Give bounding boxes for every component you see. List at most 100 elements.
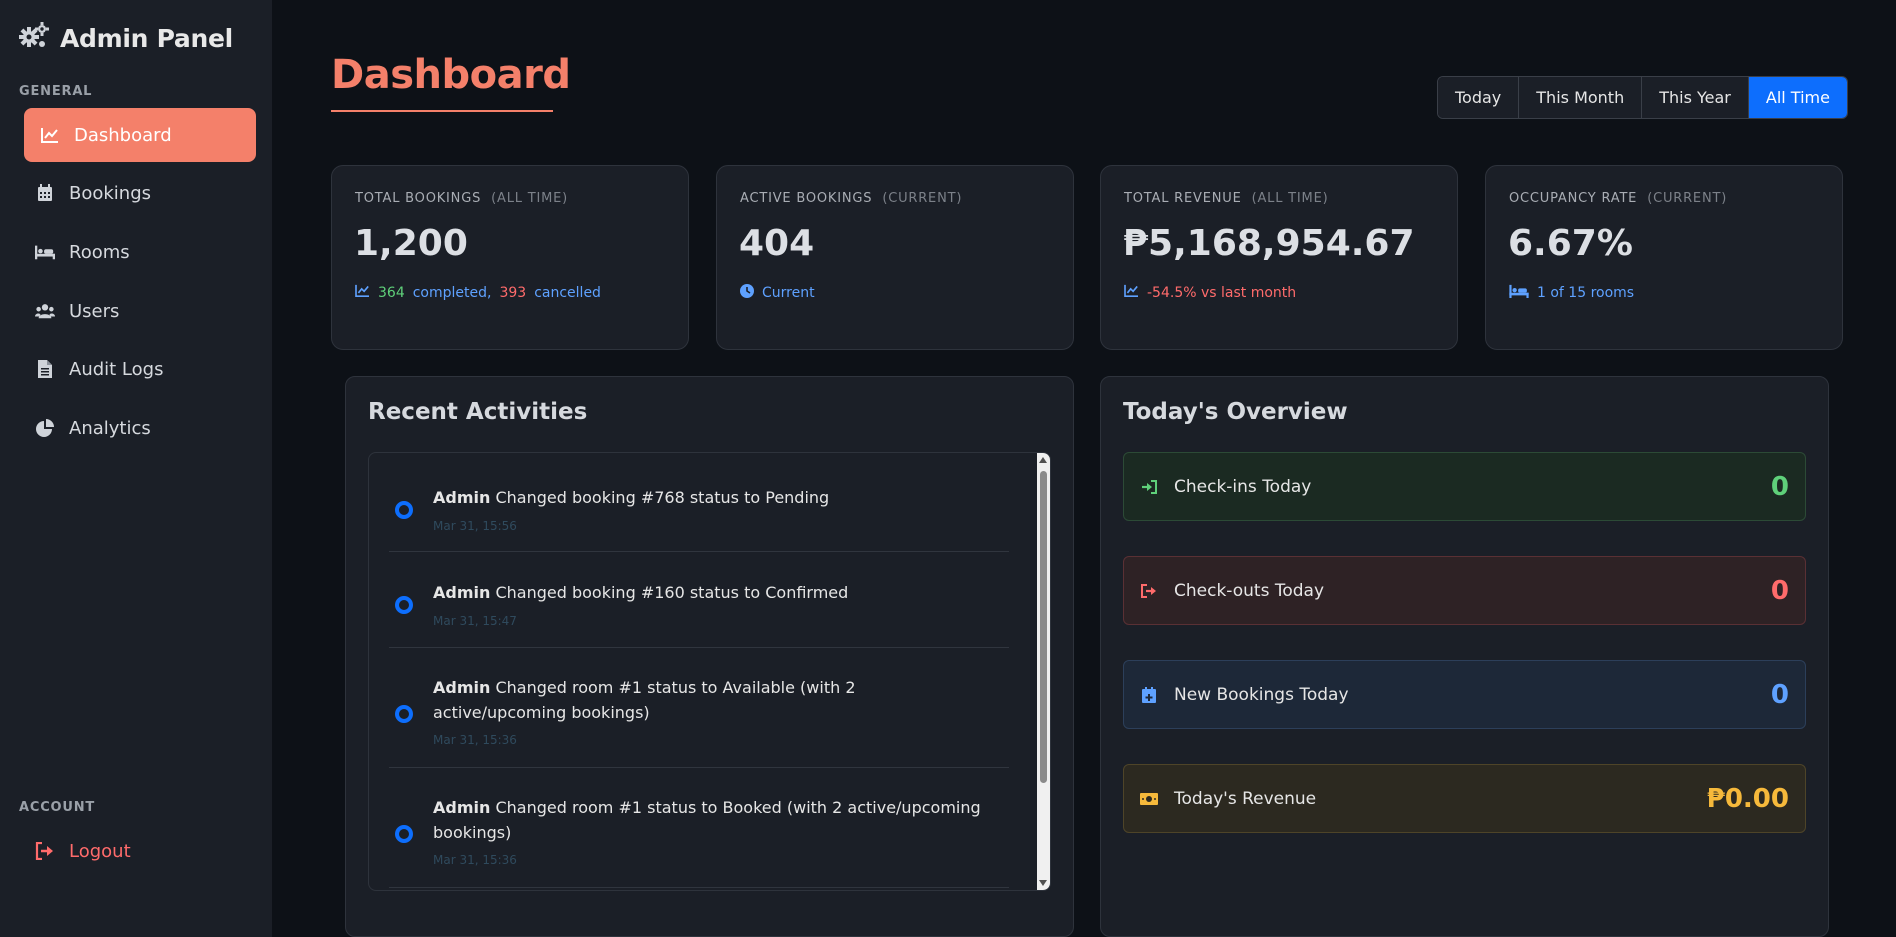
- checkins-today: Check-ins Today 0: [1123, 452, 1806, 521]
- stat-card-active-bookings: ACTIVE BOOKINGS (CURRENT) 404 Current: [716, 165, 1074, 350]
- sidebar-item-label: Analytics: [69, 417, 151, 439]
- activity-description: Changed booking #768 status to Pending: [495, 488, 830, 507]
- stat-footer-text: 1 of 15 rooms: [1537, 285, 1635, 301]
- activity-time: Mar 31, 15:36: [433, 853, 517, 867]
- sidebar-item-label: Bookings: [69, 182, 152, 204]
- stat-value: 1,200: [354, 223, 468, 264]
- stat-value: 6.67%: [1508, 223, 1633, 264]
- stat-label-text: OCCUPANCY RATE: [1509, 191, 1638, 206]
- scroll-down-icon[interactable]: [1039, 880, 1047, 886]
- overview-label: Check-outs Today: [1174, 580, 1325, 601]
- activity-actor: Admin: [433, 678, 491, 697]
- stat-label: ACTIVE BOOKINGS (CURRENT): [740, 191, 962, 206]
- scroll-thumb[interactable]: [1040, 471, 1047, 783]
- stat-sublabel: (ALL TIME): [1251, 191, 1329, 206]
- overview-value: 0: [1770, 575, 1789, 606]
- stat-sublabel: (CURRENT): [1647, 191, 1728, 206]
- period-this-month-button[interactable]: This Month: [1519, 77, 1643, 118]
- sidebar-item-audit-logs[interactable]: Audit Logs: [19, 342, 251, 396]
- activity-dot-icon: [395, 501, 413, 519]
- sidebar-item-bookings[interactable]: Bookings: [19, 166, 251, 220]
- title-underline: [331, 110, 553, 112]
- activity-description: Changed room #1 status to Available (wit…: [433, 678, 856, 722]
- completed-label: completed,: [412, 284, 492, 301]
- general-section-label: GENERAL: [19, 84, 93, 99]
- sidebar-item-rooms[interactable]: Rooms: [19, 225, 251, 279]
- activity-list[interactable]: Admin Changed booking #768 status to Pen…: [368, 452, 1051, 891]
- panel-title: Today's Overview: [1123, 399, 1348, 425]
- activity-text: Admin Changed booking #768 status to Pen…: [433, 485, 993, 510]
- activity-actor: Admin: [433, 488, 491, 507]
- period-filter: Today This Month This Year All Time: [1437, 76, 1848, 119]
- todays-overview-panel: Today's Overview Check-ins Today 0 Check…: [1100, 376, 1829, 937]
- overview-label: New Bookings Today: [1174, 684, 1349, 705]
- sidebar-item-analytics[interactable]: Analytics: [19, 401, 251, 455]
- sidebar-item-label: Dashboard: [74, 124, 172, 146]
- activity-text: Admin Changed room #1 status to Booked (…: [433, 795, 993, 845]
- cancelled-count: 393: [499, 284, 527, 301]
- file-icon: [35, 359, 55, 379]
- stat-label: TOTAL REVENUE (ALL TIME): [1124, 191, 1328, 206]
- stat-footer: Current: [740, 284, 815, 302]
- calendar-plus-icon: [1140, 686, 1158, 703]
- stat-label-text: TOTAL REVENUE: [1124, 191, 1242, 206]
- stat-footer: 1 of 15 rooms: [1509, 284, 1634, 302]
- stat-card-total-revenue: TOTAL REVENUE (ALL TIME) ₱5,168,954.67 -5…: [1100, 165, 1458, 350]
- sidebar-item-users[interactable]: Users: [19, 284, 251, 338]
- scrollbar[interactable]: [1037, 453, 1050, 890]
- chart-line-icon: [40, 125, 60, 145]
- overview-value: ₱0.00: [1706, 783, 1789, 814]
- stat-card-occupancy-rate: OCCUPANCY RATE (CURRENT) 6.67% 1 of 15 ro…: [1485, 165, 1843, 350]
- stat-label-text: TOTAL BOOKINGS: [355, 191, 482, 206]
- chart-line-icon: [355, 284, 370, 301]
- stat-label: TOTAL BOOKINGS (ALL TIME): [355, 191, 568, 206]
- list-item: Admin Changed booking #160 status to Con…: [389, 552, 1009, 648]
- list-item: Admin Changed room #1 status to Booked (…: [389, 768, 1009, 888]
- sidebar-item-dashboard[interactable]: Dashboard: [24, 108, 256, 162]
- stat-footer: 364 completed, 393 cancelled: [355, 284, 601, 301]
- clock-icon: [740, 284, 754, 302]
- activity-description: Changed booking #160 status to Confirmed: [495, 583, 849, 602]
- period-this-year-button[interactable]: This Year: [1642, 77, 1749, 118]
- stat-label: OCCUPANCY RATE (CURRENT): [1509, 191, 1727, 206]
- sidebar-item-label: Users: [69, 300, 120, 322]
- scroll-up-icon[interactable]: [1039, 457, 1047, 463]
- users-icon: [35, 301, 55, 321]
- stat-sublabel: (CURRENT): [882, 191, 963, 206]
- recent-activities-panel: Recent Activities Admin Changed booking …: [345, 376, 1074, 937]
- overview-value: 0: [1770, 471, 1789, 502]
- checkouts-today: Check-outs Today 0: [1123, 556, 1806, 625]
- stat-footer-text: -54.5% vs last month: [1147, 284, 1297, 301]
- account-section-label: ACCOUNT: [19, 800, 96, 815]
- stat-label-text: ACTIVE BOOKINGS: [740, 191, 873, 206]
- overview-label: Check-ins Today: [1174, 476, 1312, 497]
- stat-card-total-bookings: TOTAL BOOKINGS (ALL TIME) 1,200 364 compl…: [331, 165, 689, 350]
- activity-actor: Admin: [433, 798, 491, 817]
- period-all-time-button[interactable]: All Time: [1748, 77, 1847, 118]
- stat-footer: -54.5% vs last month: [1124, 284, 1296, 301]
- pie-chart-icon: [35, 418, 55, 438]
- logout-label: Logout: [69, 840, 131, 862]
- completed-count: 364: [378, 284, 405, 301]
- activity-time: Mar 31, 15:36: [433, 733, 517, 747]
- activity-dot-icon: [395, 825, 413, 843]
- bed-icon: [1509, 284, 1529, 302]
- activity-actor: Admin: [433, 583, 491, 602]
- stat-value: ₱5,168,954.67: [1123, 223, 1415, 264]
- logout-button[interactable]: Logout: [19, 824, 251, 878]
- brand: Admin Panel: [18, 22, 233, 54]
- sidebar-item-label: Rooms: [69, 241, 130, 263]
- sidebar: Admin Panel GENERAL Dashboard Bookings R…: [0, 0, 272, 937]
- sign-out-icon: [1140, 583, 1158, 598]
- activity-dot-icon: [395, 596, 413, 614]
- activity-text: Admin Changed booking #160 status to Con…: [433, 580, 993, 605]
- period-today-button[interactable]: Today: [1438, 77, 1520, 118]
- page-title: Dashboard: [331, 52, 571, 98]
- overview-label: Today's Revenue: [1174, 788, 1317, 809]
- activity-description: Changed room #1 status to Booked (with 2…: [433, 798, 981, 842]
- gears-icon: [18, 22, 50, 54]
- activity-time: Mar 31, 15:47: [433, 614, 517, 628]
- sign-out-icon: [35, 841, 55, 861]
- sidebar-item-label: Audit Logs: [69, 358, 164, 380]
- stat-footer-text: Current: [762, 285, 815, 301]
